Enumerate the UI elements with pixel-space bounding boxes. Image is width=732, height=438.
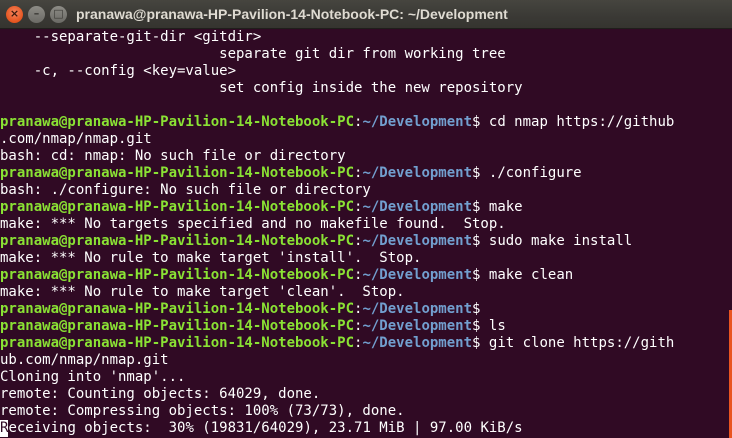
minimize-icon: – bbox=[33, 7, 40, 20]
command-text: make clean bbox=[488, 267, 574, 283]
close-icon: × bbox=[9, 7, 20, 20]
prompt-line: pranawa@pranawa-HP-Pavilion-14-Notebook-… bbox=[0, 318, 506, 335]
close-button[interactable]: × bbox=[6, 6, 23, 23]
prompt-suffix: $ bbox=[472, 318, 489, 334]
minimize-button[interactable]: – bbox=[28, 6, 45, 23]
prompt-user-host: pranawa@pranawa-HP-Pavilion-14-Notebook-… bbox=[0, 114, 355, 130]
command-text: cd nmap https://github bbox=[488, 114, 675, 130]
output-line: Cloning into 'nmap'... bbox=[0, 369, 186, 385]
prompt-path: ~/Development bbox=[362, 199, 473, 215]
progress-text: eceiving objects: 30% (19831/64029), 23.… bbox=[8, 420, 523, 436]
prompt-user-host: pranawa@pranawa-HP-Pavilion-14-Notebook-… bbox=[0, 233, 355, 249]
prompt-suffix: $ bbox=[472, 233, 489, 249]
terminal-window: × – □ pranawa@pranawa-HP-Pavilion-14-Not… bbox=[0, 0, 732, 438]
help-line: set config inside the new repository bbox=[0, 80, 523, 96]
output-line: make: *** No targets specified and no ma… bbox=[0, 216, 506, 232]
prompt-path: ~/Development bbox=[362, 335, 473, 351]
command-text: ls bbox=[488, 318, 506, 334]
output-line: make: *** No rule to make target 'clean'… bbox=[0, 284, 405, 300]
prompt-user-host: pranawa@pranawa-HP-Pavilion-14-Notebook-… bbox=[0, 335, 355, 351]
output-line: remote: Counting objects: 64029, done. bbox=[0, 386, 321, 402]
prompt-user-host: pranawa@pranawa-HP-Pavilion-14-Notebook-… bbox=[0, 267, 355, 283]
command-wrap: .com/nmap/nmap.git bbox=[0, 131, 152, 147]
prompt-suffix: $ bbox=[472, 301, 489, 317]
window-title: pranawa@pranawa-HP-Pavilion-14-Notebook-… bbox=[76, 6, 508, 22]
prompt-user-host: pranawa@pranawa-HP-Pavilion-14-Notebook-… bbox=[0, 301, 355, 317]
progress-line: Receiving objects: 30% (19831/64029), 23… bbox=[0, 420, 523, 437]
prompt-suffix: $ bbox=[472, 199, 489, 215]
command-text: sudo make install bbox=[488, 233, 633, 249]
prompt-suffix: $ bbox=[472, 335, 489, 351]
maximize-button[interactable]: □ bbox=[50, 6, 67, 23]
prompt-path: ~/Development bbox=[362, 301, 473, 317]
prompt-line: pranawa@pranawa-HP-Pavilion-14-Notebook-… bbox=[0, 335, 674, 352]
command-text: make bbox=[488, 199, 523, 215]
command-wrap: ub.com/nmap/nmap.git bbox=[0, 352, 169, 368]
prompt-path: ~/Development bbox=[362, 318, 473, 334]
prompt-line: pranawa@pranawa-HP-Pavilion-14-Notebook-… bbox=[0, 199, 523, 216]
maximize-icon: □ bbox=[53, 7, 64, 20]
output-line: remote: Compressing objects: 100% (73/73… bbox=[0, 403, 405, 419]
output-line: bash: cd: nmap: No such file or director… bbox=[0, 148, 346, 164]
prompt-path: ~/Development bbox=[362, 267, 473, 283]
prompt-suffix: $ bbox=[472, 267, 489, 283]
prompt-suffix: $ bbox=[472, 165, 489, 181]
prompt-path: ~/Development bbox=[362, 233, 473, 249]
help-line: --separate-git-dir <gitdir> bbox=[0, 29, 262, 45]
prompt-user-host: pranawa@pranawa-HP-Pavilion-14-Notebook-… bbox=[0, 165, 355, 181]
command-text: git clone https://gith bbox=[488, 335, 675, 351]
prompt-line: pranawa@pranawa-HP-Pavilion-14-Notebook-… bbox=[0, 233, 632, 250]
help-line: -c, --config <key=value> bbox=[0, 63, 237, 79]
prompt-path: ~/Development bbox=[362, 165, 473, 181]
output-line: make: *** No rule to make target 'instal… bbox=[0, 250, 422, 266]
prompt-line: pranawa@pranawa-HP-Pavilion-14-Notebook-… bbox=[0, 301, 489, 318]
prompt-line: pranawa@pranawa-HP-Pavilion-14-Notebook-… bbox=[0, 267, 573, 284]
output-line: bash: ./configure: No such file or direc… bbox=[0, 182, 371, 198]
prompt-user-host: pranawa@pranawa-HP-Pavilion-14-Notebook-… bbox=[0, 199, 355, 215]
prompt-line: pranawa@pranawa-HP-Pavilion-14-Notebook-… bbox=[0, 114, 674, 131]
terminal-output[interactable]: --separate-git-dir <gitdir> separate git… bbox=[0, 29, 732, 438]
prompt-line: pranawa@pranawa-HP-Pavilion-14-Notebook-… bbox=[0, 165, 582, 182]
prompt-user-host: pranawa@pranawa-HP-Pavilion-14-Notebook-… bbox=[0, 318, 355, 334]
prompt-path: ~/Development bbox=[362, 114, 473, 130]
title-bar[interactable]: × – □ pranawa@pranawa-HP-Pavilion-14-Not… bbox=[0, 0, 732, 29]
command-text: ./configure bbox=[488, 165, 582, 181]
help-line: separate git dir from working tree bbox=[0, 46, 506, 62]
prompt-suffix: $ bbox=[472, 114, 489, 130]
